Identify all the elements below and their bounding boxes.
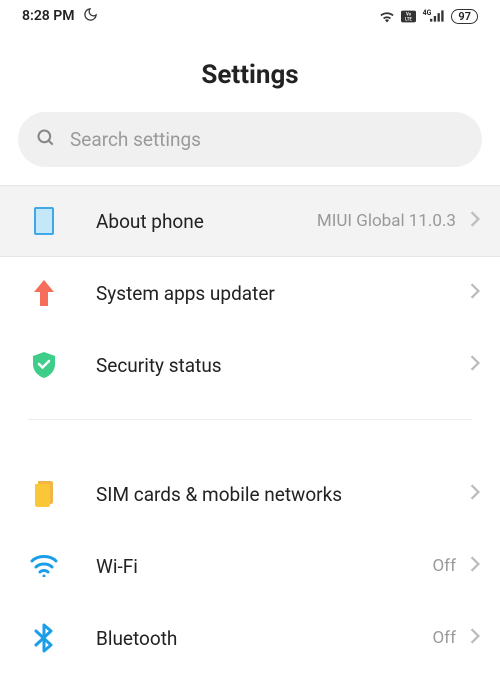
item-label: Security status (96, 354, 470, 377)
settings-item-bluetooth[interactable]: Bluetooth Off (0, 602, 500, 674)
item-value: Off (432, 556, 456, 576)
settings-item-sim-cards[interactable]: SIM cards & mobile networks (0, 458, 500, 530)
settings-item-system-apps-updater[interactable]: System apps updater (0, 257, 500, 329)
search-placeholder: Search settings (70, 128, 201, 151)
settings-item-wifi[interactable]: Wi-Fi Off (0, 530, 500, 602)
search-icon (36, 128, 56, 152)
sim-card-icon (28, 481, 60, 507)
search-input[interactable]: Search settings (18, 112, 482, 167)
shield-check-icon (28, 352, 60, 378)
item-label: System apps updater (96, 282, 470, 305)
page-title: Settings (0, 60, 500, 90)
update-arrow-icon (28, 280, 60, 306)
volte-icon: Vo LTE (401, 10, 416, 23)
section-divider (28, 419, 472, 420)
chevron-right-icon (470, 283, 480, 303)
wifi-status-icon (379, 10, 395, 23)
settings-item-security-status[interactable]: Security status (0, 329, 500, 401)
chevron-right-icon (470, 556, 480, 576)
svg-text:LTE: LTE (405, 17, 412, 22)
chevron-right-icon (470, 628, 480, 648)
settings-item-about-phone[interactable]: About phone MIUI Global 11.0.3 (0, 185, 500, 257)
chevron-right-icon (470, 355, 480, 375)
phone-icon (28, 207, 60, 235)
chevron-right-icon (470, 211, 480, 231)
status-bar: 8:28 PM Vo LTE 4G (0, 0, 500, 32)
item-label: About phone (96, 210, 317, 233)
cellular-signal-icon: 4G (422, 10, 446, 22)
item-value: MIUI Global 11.0.3 (317, 211, 456, 231)
item-value: Off (432, 628, 456, 648)
item-label: Wi-Fi (96, 555, 432, 578)
status-time: 8:28 PM (22, 8, 75, 24)
battery-indicator: 97 (451, 9, 478, 24)
chevron-right-icon (470, 484, 480, 504)
item-label: Bluetooth (96, 627, 432, 650)
dnd-moon-icon (83, 7, 98, 26)
item-label: SIM cards & mobile networks (96, 483, 470, 506)
wifi-icon (28, 555, 60, 577)
bluetooth-icon (28, 623, 60, 653)
